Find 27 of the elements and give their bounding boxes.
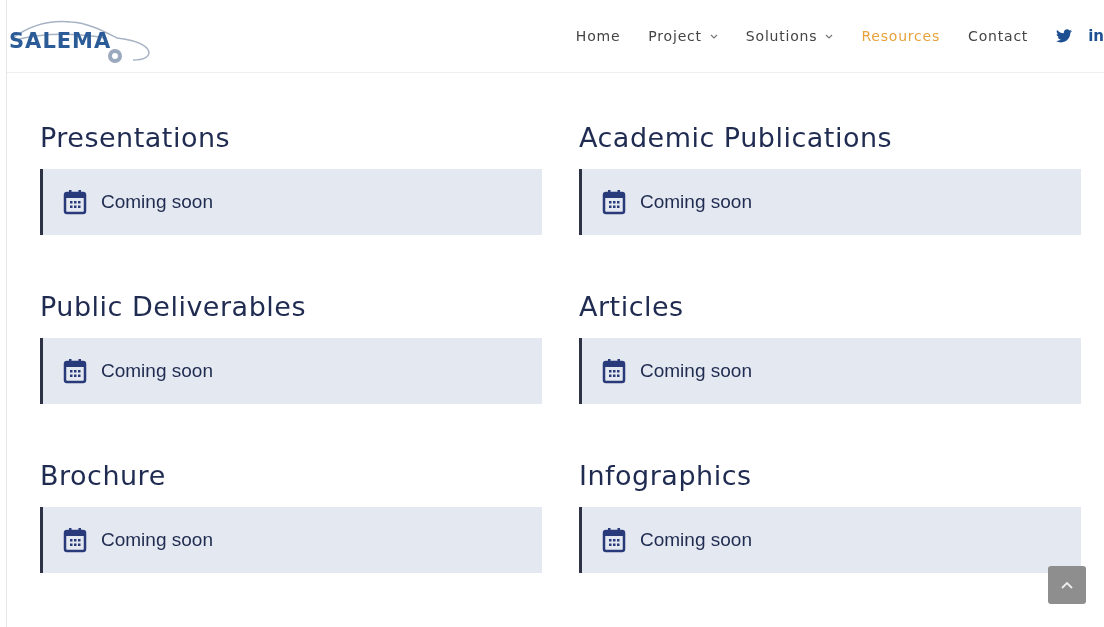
nav-link[interactable]: Solutions xyxy=(745,28,834,44)
calendar-icon xyxy=(63,358,87,384)
nav-link[interactable]: Project xyxy=(648,28,718,44)
notice-text: Coming soon xyxy=(640,191,752,213)
notice-text: Coming soon xyxy=(640,529,752,551)
calendar-icon xyxy=(602,189,626,215)
chevron-up-icon xyxy=(1061,581,1073,589)
notice-text: Coming soon xyxy=(101,360,213,382)
section-heading: Academic Publications xyxy=(579,121,894,155)
section-heading: Presentations xyxy=(40,121,232,155)
calendar-icon xyxy=(63,189,87,215)
calendar-icon xyxy=(602,527,626,553)
notice-text: Coming soon xyxy=(640,360,752,382)
section-heading: Infographics xyxy=(579,459,753,493)
section-heading: Brochure xyxy=(40,459,167,493)
bird-icon[interactable] xyxy=(1056,29,1073,43)
notice-text: Coming soon xyxy=(101,529,213,551)
logo-text: SALEMA xyxy=(9,29,112,53)
logo[interactable]: SALEMA xyxy=(9,6,149,66)
section-heading: Public Deliverables xyxy=(40,290,307,324)
notice-text: Coming soon xyxy=(101,191,213,213)
calendar-icon xyxy=(63,527,87,553)
section-heading: Articles xyxy=(579,290,685,324)
linkedin-link[interactable]: in xyxy=(1088,27,1104,45)
nav-link[interactable]: Contact xyxy=(968,28,1029,44)
nav-link[interactable]: Home xyxy=(575,28,621,44)
calendar-icon xyxy=(602,358,626,384)
